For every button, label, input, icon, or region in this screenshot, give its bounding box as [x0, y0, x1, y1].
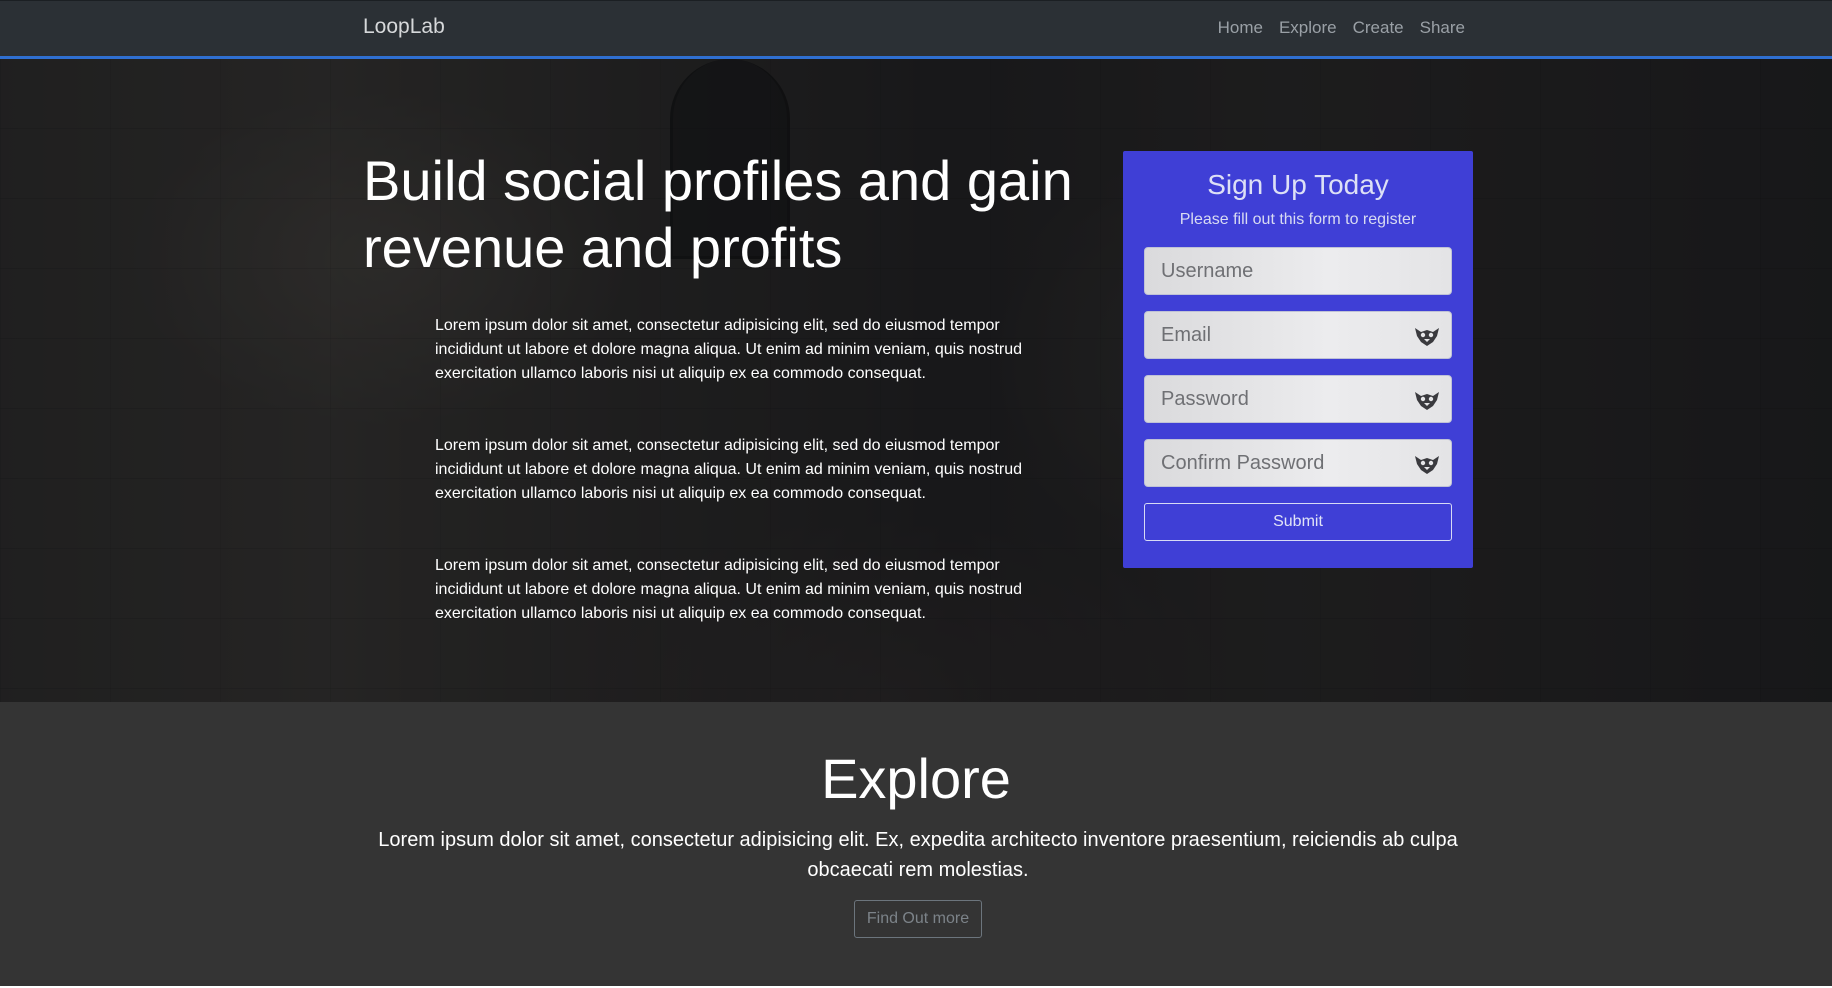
hero-title: Build social profiles and gain revenue a…: [363, 149, 1073, 279]
email-field-wrapper: [1144, 311, 1452, 359]
signup-subtitle: Please fill out this form to register: [1179, 211, 1417, 228]
confirm-password-field-wrapper: [1144, 439, 1452, 487]
explore-title: Explore: [821, 747, 1011, 810]
signup-card: Sign Up Today Please fill out this form …: [1123, 151, 1473, 568]
password-field-wrapper: [1144, 375, 1452, 423]
nav-link-create[interactable]: Create: [1353, 18, 1404, 38]
hero-paragraph: Lorem ipsum dolor sit amet, consectetur …: [435, 437, 1022, 502]
hero-paragraph: Lorem ipsum dolor sit amet, consectetur …: [435, 557, 1022, 622]
username-input[interactable]: [1145, 248, 1451, 294]
confirm-password-input[interactable]: [1145, 440, 1451, 486]
password-manager-icon[interactable]: [1413, 388, 1441, 412]
signup-title: Sign Up Today: [1207, 169, 1389, 200]
explore-description: Lorem ipsum dolor sit amet, consectetur …: [378, 829, 1458, 881]
password-manager-icon[interactable]: [1413, 452, 1441, 476]
password-manager-icon[interactable]: [1413, 324, 1441, 348]
find-out-more-button[interactable]: Find Out more: [854, 900, 982, 938]
submit-button[interactable]: Submit: [1144, 503, 1452, 541]
nav-link-share[interactable]: Share: [1420, 18, 1465, 38]
nav-link-explore[interactable]: Explore: [1279, 18, 1337, 38]
username-field-wrapper: [1144, 247, 1452, 295]
password-input[interactable]: [1145, 376, 1451, 422]
brand-logo[interactable]: LoopLab: [363, 15, 445, 39]
top-navbar: LoopLab Home Explore Create Share: [0, 0, 1832, 59]
nav-link-home[interactable]: Home: [1218, 18, 1263, 38]
explore-section: Explore Lorem ipsum dolor sit amet, cons…: [0, 702, 1832, 986]
hero-section: Build social profiles and gain revenue a…: [0, 59, 1832, 702]
hero-paragraphs: Lorem ipsum dolor sit amet, consectetur …: [435, 314, 1035, 674]
email-input[interactable]: [1145, 312, 1451, 358]
hero-paragraph: Lorem ipsum dolor sit amet, consectetur …: [435, 317, 1022, 382]
nav-links: Home Explore Create Share: [1218, 18, 1465, 38]
